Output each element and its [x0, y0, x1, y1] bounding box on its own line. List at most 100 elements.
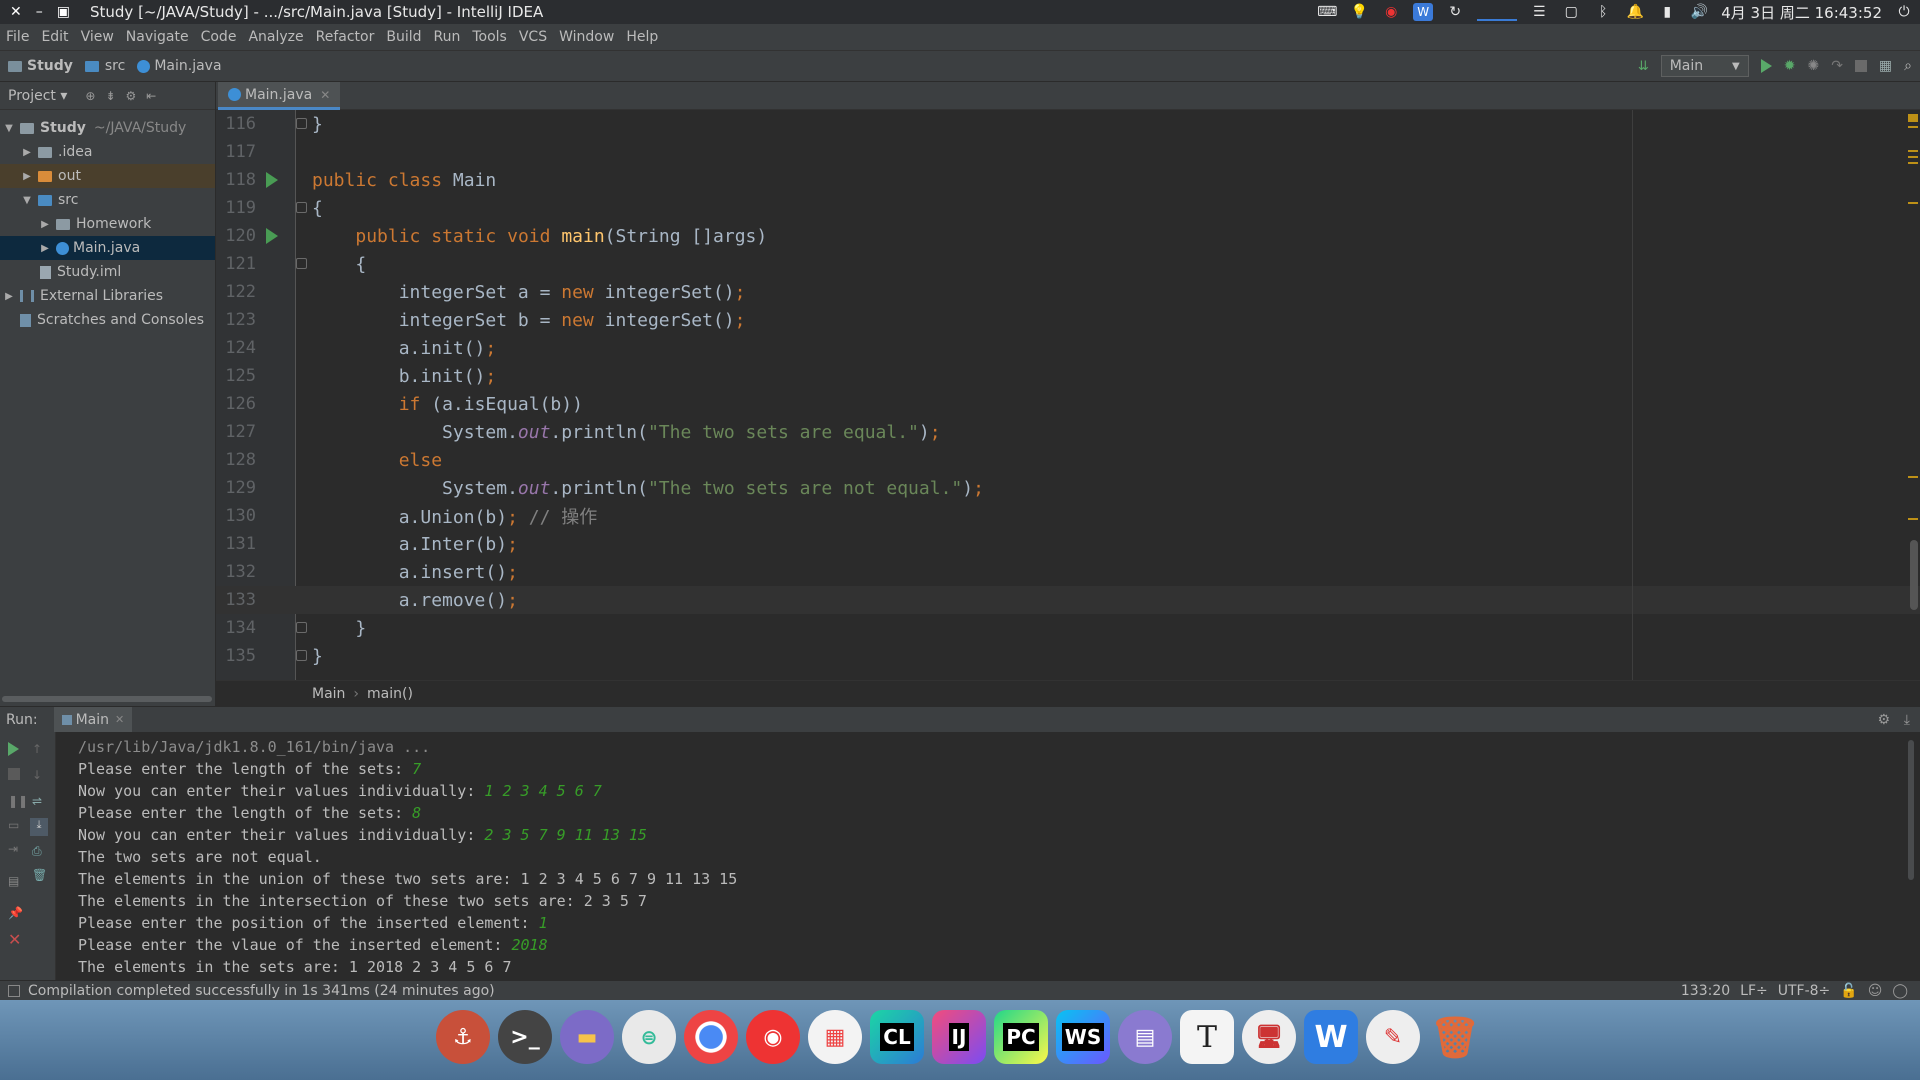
chevron-right-icon[interactable]: ▶	[38, 219, 52, 230]
close-tab-icon[interactable]: ✕	[115, 713, 124, 726]
launcher-anchor-icon[interactable]: ⚓	[436, 1010, 490, 1064]
caret-position[interactable]: 133:20	[1681, 983, 1730, 999]
close-window-icon[interactable]: ✕	[10, 4, 22, 20]
tree-item-scratches[interactable]: Scratches and Consoles	[0, 308, 215, 332]
pin-icon[interactable]: 📌	[8, 906, 23, 920]
intellij-idea-icon[interactable]: IJ	[932, 1010, 986, 1064]
dump-threads-icon[interactable]: ▭	[8, 818, 22, 832]
exit-icon[interactable]: ⇥	[8, 842, 22, 856]
tree-item-out[interactable]: ▶ out	[0, 164, 215, 188]
control-center-icon[interactable]: ⊜	[622, 1010, 676, 1064]
keyboard-icon[interactable]: ⌨	[1317, 3, 1337, 21]
warning-marker[interactable]	[1908, 162, 1918, 164]
menu-edit[interactable]: Edit	[41, 29, 68, 45]
display-icon[interactable]: ▢	[1561, 3, 1581, 21]
text-editor-icon[interactable]: ▤	[1118, 1010, 1172, 1064]
menu-analyze[interactable]: Analyze	[248, 29, 303, 45]
app-store-icon[interactable]: ▦	[808, 1010, 862, 1064]
chevron-right-icon[interactable]: ▶	[20, 147, 34, 158]
tree-item-main-java[interactable]: ▶ Main.java	[0, 236, 215, 260]
gear-icon[interactable]: ⚙	[126, 89, 137, 103]
pdf-reader-icon[interactable]: ✎	[1366, 1010, 1420, 1064]
run-console[interactable]: /usr/lib/Java/jdk1.8.0_161/bin/java ... …	[56, 732, 1920, 980]
tree-item-homework[interactable]: ▶ Homework	[0, 212, 215, 236]
soft-wrap-icon[interactable]: ⇌	[32, 794, 46, 808]
warning-marker[interactable]	[1908, 126, 1918, 128]
netease-music-icon[interactable]: ◉	[1381, 3, 1401, 21]
chevron-down-icon[interactable]: ▼	[2, 123, 16, 134]
file-encoding[interactable]: UTF-8÷	[1778, 983, 1831, 999]
print-icon[interactable]: ⎙	[32, 844, 46, 858]
close-tab-icon[interactable]: ✕	[320, 88, 330, 102]
nav-crumb-src[interactable]: src	[84, 58, 125, 74]
nav-crumb-file[interactable]: Main.java	[137, 58, 222, 74]
tab-main-java[interactable]: Main.java ✕	[218, 82, 341, 110]
wps-icon[interactable]: W	[1413, 3, 1434, 21]
terminal-icon[interactable]: >_	[498, 1010, 552, 1064]
gear-icon[interactable]: ⚙	[1877, 712, 1890, 728]
inspector-icon[interactable]: ☺	[1868, 983, 1883, 999]
run-gutter-icon[interactable]	[266, 172, 278, 188]
run-tab-main[interactable]: Main ✕	[53, 706, 133, 733]
menu-icon[interactable]: ☰	[1529, 3, 1549, 21]
lock-icon[interactable]: 🔓	[1840, 983, 1857, 999]
debug-icon[interactable]: ✹	[1784, 58, 1796, 74]
file-manager-icon[interactable]: ▬	[560, 1010, 614, 1064]
menu-view[interactable]: View	[81, 29, 114, 45]
tree-item-study[interactable]: ▼ Study ~/JAVA/Study	[0, 116, 215, 140]
warning-marker[interactable]	[1908, 518, 1918, 520]
tree-item-src[interactable]: ▼ src	[0, 188, 215, 212]
minimize-window-icon[interactable]: –	[36, 4, 43, 20]
project-horizontal-scrollbar[interactable]	[2, 696, 212, 702]
warning-marker[interactable]	[1908, 114, 1918, 122]
trash-icon[interactable]: 🗑	[1428, 1010, 1482, 1064]
tool-windows-icon[interactable]	[8, 984, 20, 997]
menu-vcs[interactable]: VCS	[519, 29, 547, 45]
warning-marker[interactable]	[1908, 476, 1918, 478]
remote-desktop-icon[interactable]: 🖥	[1242, 1010, 1296, 1064]
power-icon[interactable]: ⏻	[1894, 3, 1914, 21]
menu-file[interactable]: File	[6, 29, 29, 45]
clock[interactable]: 4月 3日 周二 16:43:52	[1721, 2, 1882, 23]
warning-marker[interactable]	[1908, 202, 1918, 204]
wps-writer-icon[interactable]: W	[1304, 1010, 1358, 1064]
hide-icon[interactable]: ⇤	[146, 89, 156, 103]
tree-item-external-libraries[interactable]: ▶ External Libraries	[0, 284, 215, 308]
clear-all-icon[interactable]: 🗑	[32, 868, 47, 882]
lightbulb-icon[interactable]: 💡	[1349, 3, 1369, 21]
pause-icon[interactable]: ❚❚	[8, 794, 28, 808]
bluetooth-icon[interactable]: ᛒ	[1593, 3, 1613, 21]
fold-marker-icon[interactable]	[296, 118, 307, 129]
project-view-select[interactable]: Project ▾	[8, 88, 67, 104]
locate-icon[interactable]: ⊕	[85, 89, 95, 103]
fold-marker-icon[interactable]	[296, 258, 307, 269]
run-configuration-select[interactable]: Main ▼	[1660, 55, 1749, 77]
project-structure-icon[interactable]: ▦	[1879, 58, 1892, 74]
clion-icon[interactable]: CL	[870, 1010, 924, 1064]
tree-item-study-iml[interactable]: Study.iml	[0, 260, 215, 284]
run-icon[interactable]	[1760, 59, 1772, 73]
layout-icon[interactable]: ▤	[8, 874, 22, 888]
menu-window[interactable]: Window	[559, 29, 614, 45]
build-icon[interactable]: ⇊	[1638, 59, 1649, 74]
chevron-right-icon[interactable]: ▶	[2, 291, 16, 302]
search-icon[interactable]: ⌕	[1904, 58, 1912, 74]
scroll-down-icon[interactable]: ↓	[32, 768, 46, 782]
webstorm-icon[interactable]: WS	[1056, 1010, 1110, 1064]
collapse-icon[interactable]: ⇟	[105, 89, 115, 103]
sync-icon[interactable]: ↻	[1445, 3, 1465, 21]
editor-scrollbar-thumb[interactable]	[1910, 540, 1918, 610]
chevron-right-icon[interactable]: ▶	[20, 171, 34, 182]
network-graph-icon[interactable]	[1477, 3, 1518, 21]
chevron-down-icon[interactable]: ▼	[20, 195, 34, 206]
netease-music-dock-icon[interactable]: ◉	[746, 1010, 800, 1064]
scroll-to-end-icon[interactable]: ⤓	[30, 818, 48, 836]
error-stripe[interactable]	[1906, 110, 1920, 680]
nav-crumb-project[interactable]: Study	[8, 58, 73, 74]
console-scrollbar[interactable]	[1908, 740, 1914, 880]
chevron-right-icon[interactable]: ▶	[38, 243, 52, 254]
menu-navigate[interactable]: Navigate	[126, 29, 189, 45]
typora-icon[interactable]: T	[1180, 1010, 1234, 1064]
chrome-icon[interactable]	[684, 1010, 738, 1064]
battery-icon[interactable]: ▮	[1657, 3, 1677, 21]
